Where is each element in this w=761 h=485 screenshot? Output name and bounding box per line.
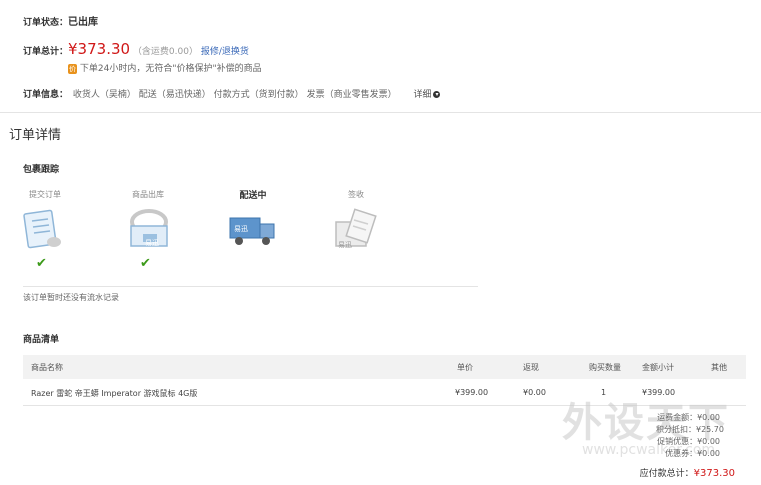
promo-discount: 促销优惠：¥0.00 — [657, 437, 720, 446]
brand-tag: 易迅 — [234, 225, 248, 233]
points-deduction: 积分抵扣：¥25.70 — [656, 425, 724, 434]
order-info: 订单信息： 收货人（吴楠） 配送（易迅快递） 付款方式（货到付款） 发票（商业零… — [23, 87, 441, 100]
chevron-down-icon: ▾ — [433, 91, 441, 98]
freight-note: （含运费0.00） — [132, 47, 198, 57]
unit-price-cell: ¥399.00 — [455, 388, 489, 397]
step-submit-label: 提交订单 — [29, 190, 61, 199]
repair-return-link[interactable]: 报修/退换货 — [201, 47, 249, 57]
step-signed-label: 签收 — [348, 190, 364, 199]
brand-tag: 易迅 — [145, 239, 159, 247]
freight-amount: 运费金额：¥0.00 — [657, 413, 720, 422]
info-invoice: 发票（商业零售发票） — [306, 90, 397, 100]
order-info-label: 订单信息： — [23, 90, 69, 100]
order-total-value: ¥373.30 — [68, 40, 131, 58]
col-rebate: 返现 — [523, 363, 539, 372]
payable-total-value: ¥373.30 — [693, 468, 735, 479]
col-subtotal: 金额小计 — [642, 363, 674, 372]
rebate-cell: ¥0.00 — [523, 388, 546, 397]
payable-total-label: 应付款总计： — [639, 469, 694, 479]
brand-tag: 易迅 — [338, 241, 352, 249]
price-guarantee: 价 下单24小时内，无符合"价格保护"补偿的商品 — [68, 61, 262, 74]
info-payment: 付款方式（货到付款） — [213, 90, 304, 100]
order-status-label: 订单状态： — [23, 18, 69, 28]
no-tracking-records: 该订单暂时还没有流水记录 — [23, 293, 119, 302]
col-quantity: 购买数量 — [589, 363, 621, 372]
order-status: 订单状态：已出库 — [23, 13, 98, 28]
details-title: 订单详情 — [9, 128, 62, 143]
product-name-link[interactable]: Razer 雷蛇 帝王蟒 Imperator 游戏鼠标 4G版 — [31, 388, 197, 399]
order-total: 订单总计：¥373.30 （含运费0.00） 报修/退换货 — [23, 40, 249, 58]
payable-total: 应付款总计：¥373.30 — [640, 466, 735, 479]
col-other: 其他 — [711, 363, 727, 372]
order-total-label: 订单总计： — [23, 47, 69, 57]
info-consignee: 收货人（吴楠） — [72, 90, 136, 100]
info-delivery: 配送（易迅快递） — [138, 90, 211, 100]
col-product-name: 商品名称 — [31, 363, 63, 372]
detail-label: 详细 — [413, 90, 432, 100]
divider — [0, 112, 761, 113]
check-icon: ✔ — [140, 256, 151, 271]
product-table-header — [23, 355, 746, 379]
order-form-icon — [23, 209, 61, 249]
product-list-title: 商品清单 — [23, 335, 60, 345]
col-unit-price: 单价 — [457, 363, 473, 372]
check-icon: ✔ — [36, 256, 47, 271]
tracking-title: 包裹跟踪 — [23, 165, 60, 175]
price-guarantee-text: 下单24小时内，无符合"价格保护"补偿的商品 — [79, 64, 262, 74]
price-protect-icon: 价 — [68, 63, 77, 74]
step-outbound-label: 商品出库 — [132, 190, 164, 199]
step-delivering-label: 配送中 — [239, 191, 267, 201]
detail-toggle[interactable]: 详细 ▾ — [413, 90, 441, 100]
order-status-value: 已出库 — [68, 17, 99, 28]
divider — [23, 286, 478, 287]
coupon-discount: 优惠券：¥0.00 — [665, 449, 720, 458]
